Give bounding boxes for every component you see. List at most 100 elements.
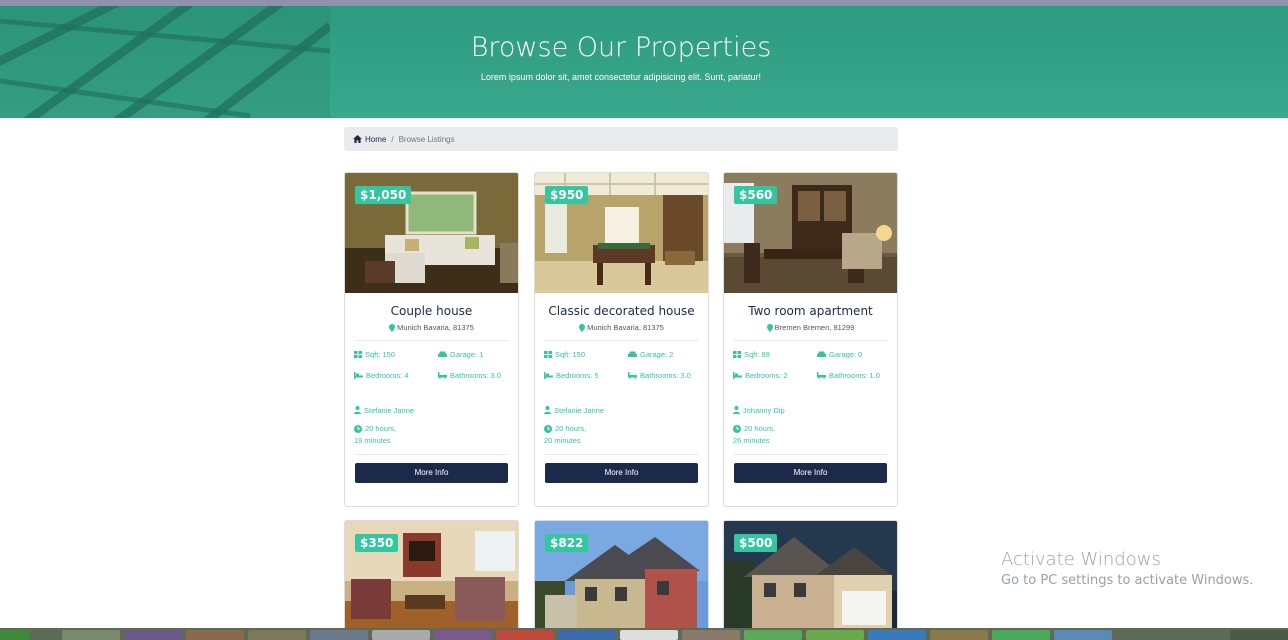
price-badge: $350 <box>355 534 399 552</box>
user-icon <box>733 406 740 414</box>
listing-posted-time: 20 hours, 19 minutes <box>354 423 518 447</box>
grid-icon <box>354 351 362 358</box>
listing-photo-sitting-room[interactable]: $350 <box>345 521 518 640</box>
stat-sqft-label: Sqft: 150 <box>555 350 586 359</box>
listing-meta: Stefanie Janne 20 hours, 19 minutes <box>354 406 518 447</box>
taskbar-app-button[interactable] <box>930 630 988 640</box>
stat-garage-label: Garage: 1 <box>450 350 484 359</box>
more-info-button[interactable]: More Info <box>355 463 508 483</box>
stat-garage: Garage: 2 <box>628 350 708 359</box>
time-line-2: 20 minutes <box>544 436 581 445</box>
listing-location: Munich Bavaria, 81375 <box>345 323 518 332</box>
listing-title: Couple house <box>390 304 473 318</box>
listing-card: $1,050 Couple house Munich Bavaria, 8137… <box>344 172 519 507</box>
stat-bedrooms: Bedrooms: 5 <box>544 371 628 380</box>
taskbar-app-button[interactable] <box>310 630 368 640</box>
taskbar-app-button[interactable] <box>744 630 802 640</box>
stat-garage-label: Garage: 2 <box>640 350 674 359</box>
taskbar-app-button[interactable] <box>124 630 182 640</box>
listing-location-text: Bremen Bremen, 81299 <box>774 323 855 332</box>
taskbar-clock[interactable] <box>1230 630 1288 640</box>
stat-bathrooms: Bathrooms: 1.0 <box>817 371 897 380</box>
taskbar-app-button[interactable] <box>186 630 244 640</box>
listing-photo-living-room[interactable]: $1,050 <box>345 173 518 293</box>
time-line-1: 20 hours, <box>744 424 776 433</box>
hero-banner: Browse Our Properties Lorem ipsum dolor … <box>0 6 1288 118</box>
taskbar-start-button[interactable] <box>0 630 30 640</box>
taskbar-app-button[interactable] <box>868 630 926 640</box>
listing-title: Two room apartment <box>748 304 873 318</box>
price-badge: $950 <box>545 186 589 204</box>
taskbar-app-button[interactable] <box>682 630 740 640</box>
price-badge: $822 <box>545 534 589 552</box>
listing-agent-name: Johanny Dip <box>743 406 785 415</box>
breadcrumb-home-link[interactable]: Home <box>353 135 386 144</box>
taskbar-app-button[interactable] <box>806 630 864 640</box>
listing-photo-suburban-house[interactable]: $500 <box>724 521 897 640</box>
listing-stats: Sqft: 89 Garage: 0 Bedrooms: 2 Bathrooms… <box>733 350 897 380</box>
listing-title: Classic decorated house <box>548 304 695 318</box>
listing-agent-name: Stefanie Janne <box>364 406 415 415</box>
clock-icon <box>733 425 741 433</box>
taskbar-app-button[interactable] <box>372 630 430 640</box>
listing-agent: Stefanie Janne <box>544 406 708 415</box>
listing-stats: Sqft: 150 Garage: 2 Bedrooms: 5 Bathroom… <box>544 350 708 380</box>
time-line-1: 20 hours, <box>555 424 587 433</box>
price-badge: $1,050 <box>355 186 412 204</box>
stat-garage: Garage: 0 <box>817 350 897 359</box>
listing-photo-brick-house[interactable]: $822 <box>535 521 708 640</box>
stat-bathrooms-label: Bathrooms: 1.0 <box>829 371 880 380</box>
taskbar-app-button[interactable] <box>1054 630 1112 640</box>
stat-bathrooms-label: Bathrooms: 3.0 <box>640 371 691 380</box>
clock-icon <box>544 425 552 433</box>
bath-icon <box>438 372 447 379</box>
taskbar-app-button[interactable] <box>558 630 616 640</box>
stat-bathrooms: Bathrooms: 3.0 <box>438 371 518 380</box>
listing-photo-billiard-room[interactable]: $950 <box>535 173 708 293</box>
card-divider <box>355 340 508 341</box>
grid-icon <box>544 351 552 358</box>
user-icon <box>544 406 551 414</box>
bath-icon <box>628 372 637 379</box>
watermark-subtitle: Go to PC settings to activate Windows. <box>1001 573 1254 588</box>
stat-garage: Garage: 1 <box>438 350 518 359</box>
map-marker-icon <box>579 323 586 332</box>
listing-agent-name: Stefanie Janne <box>554 406 605 415</box>
stat-sqft-label: Sqft: 89 <box>744 350 770 359</box>
windows-activation-watermark: Activate Windows Go to PC settings to ac… <box>1001 549 1253 588</box>
more-info-button[interactable]: More Info <box>545 463 698 483</box>
car-icon <box>438 351 447 357</box>
stat-bedrooms: Bedrooms: 4 <box>354 371 438 380</box>
listing-meta: Stefanie Janne 20 hours, 20 minutes <box>544 406 708 447</box>
taskbar-app-button[interactable] <box>248 630 306 640</box>
taskbar-app-button[interactable] <box>620 630 678 640</box>
price-badge: $560 <box>734 186 778 204</box>
listing-photo-dining-room[interactable]: $560 <box>724 173 897 293</box>
more-info-button[interactable]: More Info <box>734 463 887 483</box>
bed-icon <box>733 372 742 379</box>
listing-location-text: Munich Bavaria, 81375 <box>397 323 474 332</box>
stat-bedrooms: Bedrooms: 2 <box>733 371 817 380</box>
listing-agent: Johanny Dip <box>733 406 897 415</box>
listing-card: $560 Two room apartment Bremen Bremen, 8… <box>723 172 898 507</box>
stat-sqft: Sqft: 150 <box>544 350 628 359</box>
map-marker-icon <box>389 323 396 332</box>
listing-card: $500 <box>723 520 898 640</box>
breadcrumb-current: Browse Listings <box>398 134 455 144</box>
home-icon <box>353 135 362 143</box>
user-icon <box>354 406 361 414</box>
taskbar-app-button[interactable] <box>992 630 1050 640</box>
stat-bathrooms-label: Bathrooms: 3.0 <box>450 371 501 380</box>
listing-location: Bremen Bremen, 81299 <box>724 323 897 332</box>
taskbar-app-button[interactable] <box>496 630 554 640</box>
taskbar-app-button[interactable] <box>62 630 120 640</box>
os-taskbar <box>0 628 1288 640</box>
page-title: Browse Our Properties <box>470 32 772 63</box>
map-marker-icon <box>766 323 773 332</box>
taskbar-app-button[interactable] <box>434 630 492 640</box>
stat-sqft: Sqft: 89 <box>733 350 817 359</box>
time-line-2: 26 minutes <box>733 436 770 445</box>
listing-location: Munich Bavaria, 81375 <box>535 323 708 332</box>
stat-bedrooms-label: Bedrooms: 4 <box>366 371 409 380</box>
listing-card: $950 Classic decorated house Munich Bava… <box>534 172 709 507</box>
